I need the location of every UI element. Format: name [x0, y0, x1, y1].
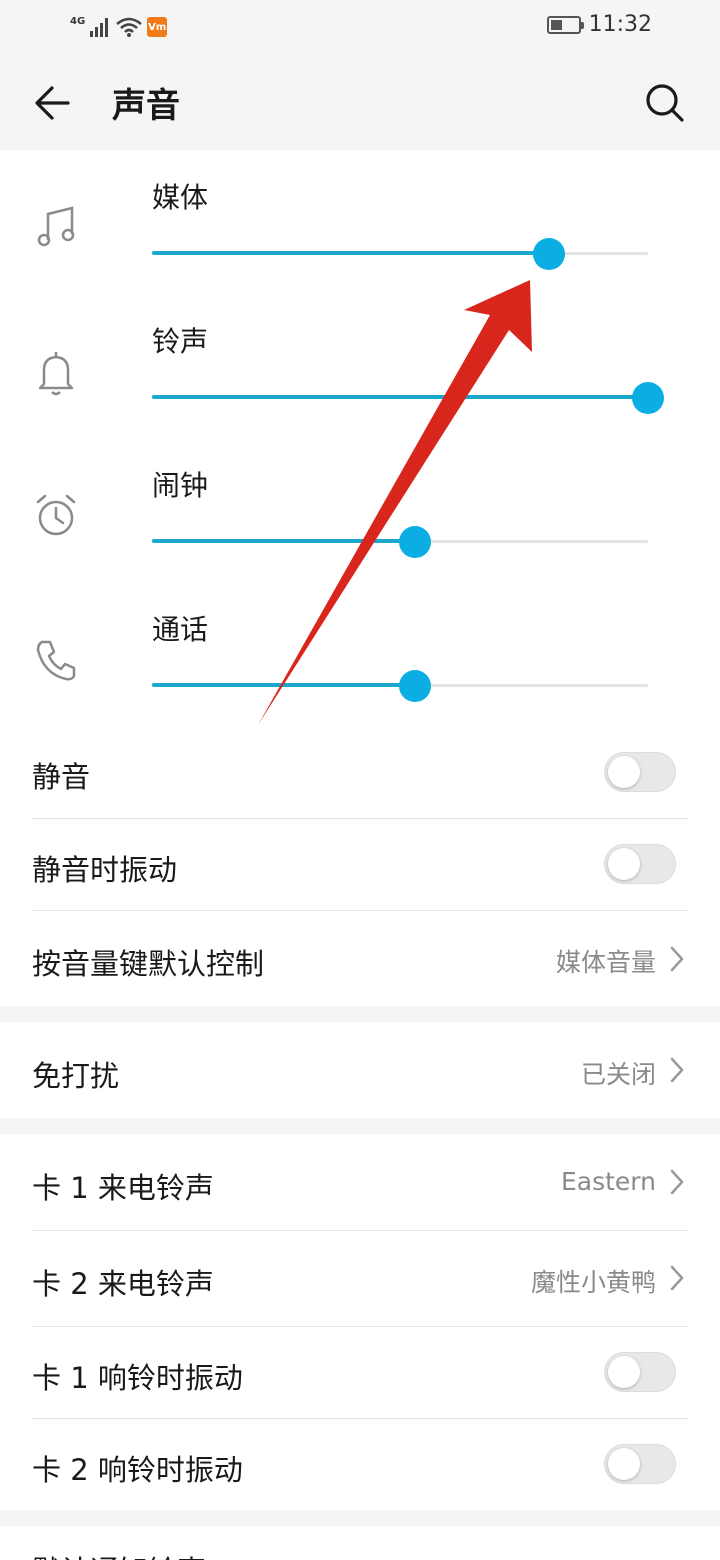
- status-icons-left: 4G Vm: [70, 14, 168, 40]
- chevron-right-icon: [670, 1169, 684, 1195]
- toggle-knob: [608, 756, 640, 788]
- slider-thumb[interactable]: [632, 382, 664, 414]
- dnd-card: 免打扰 已关闭: [0, 1022, 720, 1118]
- wifi-icon: [116, 17, 142, 37]
- mute-label: 静音: [32, 760, 91, 794]
- slider-thumb[interactable]: [398, 670, 431, 702]
- default-notification-label: 默认通知铃声: [32, 1548, 206, 1560]
- sim1-vibrate-row[interactable]: 卡 1 响铃时振动: [0, 1327, 720, 1418]
- sim2-ringtone-value: 魔性小黄鸭: [530, 1268, 656, 1297]
- slider-thumb[interactable]: [532, 238, 565, 270]
- search-button[interactable]: [638, 78, 692, 128]
- sim1-ringtone-value: Eastern: [560, 1167, 656, 1196]
- sim1-vibrate-label: 卡 1 响铃时振动: [32, 1361, 243, 1395]
- status-icons-right: 11:32: [546, 12, 652, 37]
- sim1-ringtone-row[interactable]: 卡 1 来电铃声 Eastern: [0, 1134, 720, 1230]
- default-notification-row[interactable]: 默认通知铃声: [0, 1526, 720, 1560]
- volume-row-call: 通话: [0, 602, 720, 746]
- sim1-vibrate-toggle[interactable]: [604, 1352, 676, 1392]
- alarm-clock-icon: [36, 494, 76, 536]
- volume-card: 媒体 铃声 闹钟 通话 静音 静音时振动 按音量键默认控制 媒体音量: [0, 150, 720, 1006]
- bell-icon: [38, 352, 74, 396]
- sim2-vibrate-row[interactable]: 卡 2 响铃时振动: [0, 1419, 720, 1510]
- mute-toggle[interactable]: [604, 752, 676, 792]
- signal-icon: [90, 18, 109, 37]
- battery-icon: [546, 15, 584, 34]
- do-not-disturb-value: 已关闭: [580, 1060, 656, 1089]
- vibrate-when-muted-row[interactable]: 静音时振动: [0, 819, 720, 910]
- volume-label-media: 媒体: [152, 181, 209, 214]
- chevron-right-icon: [670, 1057, 684, 1083]
- sim1-ringtone-label: 卡 1 来电铃声: [32, 1171, 214, 1205]
- status-time: 11:32: [588, 12, 652, 37]
- volume-key-default-row[interactable]: 按音量键默认控制 媒体音量: [0, 911, 720, 1006]
- volume-key-default-label: 按音量键默认控制: [32, 947, 265, 981]
- chevron-right-icon: [670, 1265, 684, 1291]
- music-note-icon: [37, 206, 75, 247]
- back-arrow-icon: [35, 86, 70, 120]
- volume-row-alarm: 闹钟: [0, 458, 720, 602]
- media-volume-slider[interactable]: [152, 234, 648, 274]
- network-type: 4G: [70, 15, 86, 27]
- volume-label-call: 通话: [152, 613, 209, 646]
- page-title: 声音: [112, 86, 180, 126]
- ringtone-card: 卡 1 来电铃声 Eastern 卡 2 来电铃声 魔性小黄鸭 卡 1 响铃时振…: [0, 1134, 720, 1510]
- status-bar: 4G Vm 11:32: [0, 0, 720, 56]
- volume-row-media: 媒体: [0, 170, 720, 314]
- slider-fill: [152, 395, 648, 399]
- volume-row-ringtone: 铃声: [0, 314, 720, 458]
- toggle-knob: [608, 848, 640, 880]
- app-notification-icon: Vm: [147, 17, 168, 37]
- vibrate-when-muted-toggle[interactable]: [604, 844, 676, 884]
- slider-fill: [152, 251, 549, 255]
- vibrate-when-muted-label: 静音时振动: [32, 853, 178, 887]
- do-not-disturb-row[interactable]: 免打扰 已关闭: [0, 1022, 720, 1118]
- alarm-volume-slider[interactable]: [152, 522, 648, 562]
- sim2-ringtone-label: 卡 2 来电铃声: [32, 1267, 214, 1301]
- call-volume-slider[interactable]: [152, 666, 648, 706]
- do-not-disturb-label: 免打扰: [32, 1059, 120, 1093]
- phone-icon: [36, 640, 76, 681]
- sim2-vibrate-label: 卡 2 响铃时振动: [32, 1453, 243, 1487]
- volume-key-default-value: 媒体音量: [555, 948, 656, 977]
- volume-label-ringtone: 铃声: [152, 325, 209, 358]
- sim2-ringtone-row[interactable]: 卡 2 来电铃声 魔性小黄鸭: [0, 1231, 720, 1326]
- chevron-right-icon: [670, 946, 684, 972]
- notification-card: 默认通知铃声: [0, 1526, 720, 1560]
- app-bar: 声音: [0, 56, 720, 150]
- mute-row[interactable]: 静音: [0, 728, 720, 818]
- slider-thumb[interactable]: [398, 526, 431, 558]
- volume-label-alarm: 闹钟: [152, 469, 209, 502]
- toggle-knob: [608, 1356, 640, 1388]
- ringtone-volume-slider[interactable]: [152, 378, 664, 418]
- toggle-knob: [608, 1448, 640, 1480]
- slider-fill: [152, 539, 415, 543]
- search-icon: [646, 84, 684, 122]
- slider-fill: [152, 683, 415, 687]
- sim2-vibrate-toggle[interactable]: [604, 1444, 676, 1484]
- battery-level: [550, 19, 563, 30]
- back-button[interactable]: [26, 78, 80, 128]
